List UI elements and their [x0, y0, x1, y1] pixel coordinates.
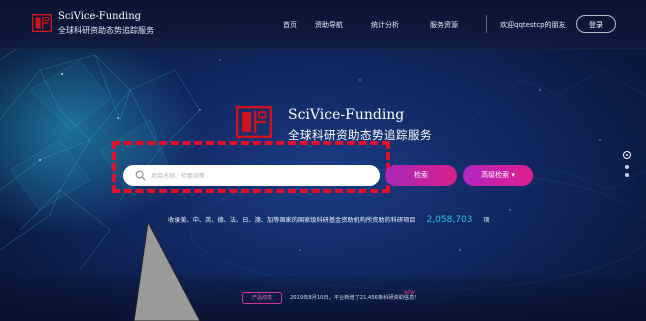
carousel-dot[interactable] [625, 173, 629, 177]
search-button[interactable]: 检索 [385, 165, 457, 186]
advanced-search-button[interactable]: 高级检索 ▾ [463, 165, 533, 186]
stats-description: 收录美、中、英、德、法、日、澳、加等国家的国家级科研基金资助机构所资助的科研项目 [168, 217, 416, 224]
update-text[interactable]: 2019年8月10日，平台新增了21,456条科研资助信息！ [290, 294, 419, 301]
brand-subtitle: 全球科研资助态势追踪服务 [58, 26, 154, 35]
stats-line: 收录美、中、英、德、法、日、澳、加等国家的国家级科研基金资助机构所资助的科研项目… [168, 207, 490, 226]
stats-count: 2,058,703 [426, 215, 473, 225]
login-button[interactable]: 登录 [576, 15, 616, 33]
product-news-badge[interactable]: 产品动态 [242, 292, 282, 304]
brand-name[interactable]: SciVice-Funding [58, 11, 141, 22]
welcome-text: 欢迎qqtestcp的朋友 [500, 21, 566, 29]
nav-services[interactable]: 服务资源 [430, 20, 458, 30]
hero-title: SciVice-Funding [288, 107, 405, 123]
top-navbar: SciVice-Funding 全球科研资助态势追踪服务 首页 资助导航 统计分… [0, 0, 646, 49]
carousel-dot[interactable] [625, 165, 629, 169]
carousel-indicator [623, 151, 631, 181]
carousel-dot-active[interactable] [623, 151, 631, 159]
page: SciVice-Funding 全球科研资助态势追踪服务 首页 资助导航 统计分… [0, 0, 646, 321]
logo-icon[interactable] [32, 14, 52, 32]
search-input[interactable] [149, 168, 373, 185]
nav-statistics[interactable]: 统计分析 [371, 20, 399, 30]
search-icon [135, 170, 146, 181]
nav-funding-guide[interactable]: 资助导航 [315, 20, 343, 30]
stats-unit: 项 [483, 217, 490, 224]
new-mark: NEW [404, 291, 415, 296]
nav-divider [486, 15, 487, 33]
hero-logo-icon [236, 106, 272, 138]
nav-home[interactable]: 首页 [283, 20, 297, 30]
search-bar[interactable] [123, 165, 380, 186]
